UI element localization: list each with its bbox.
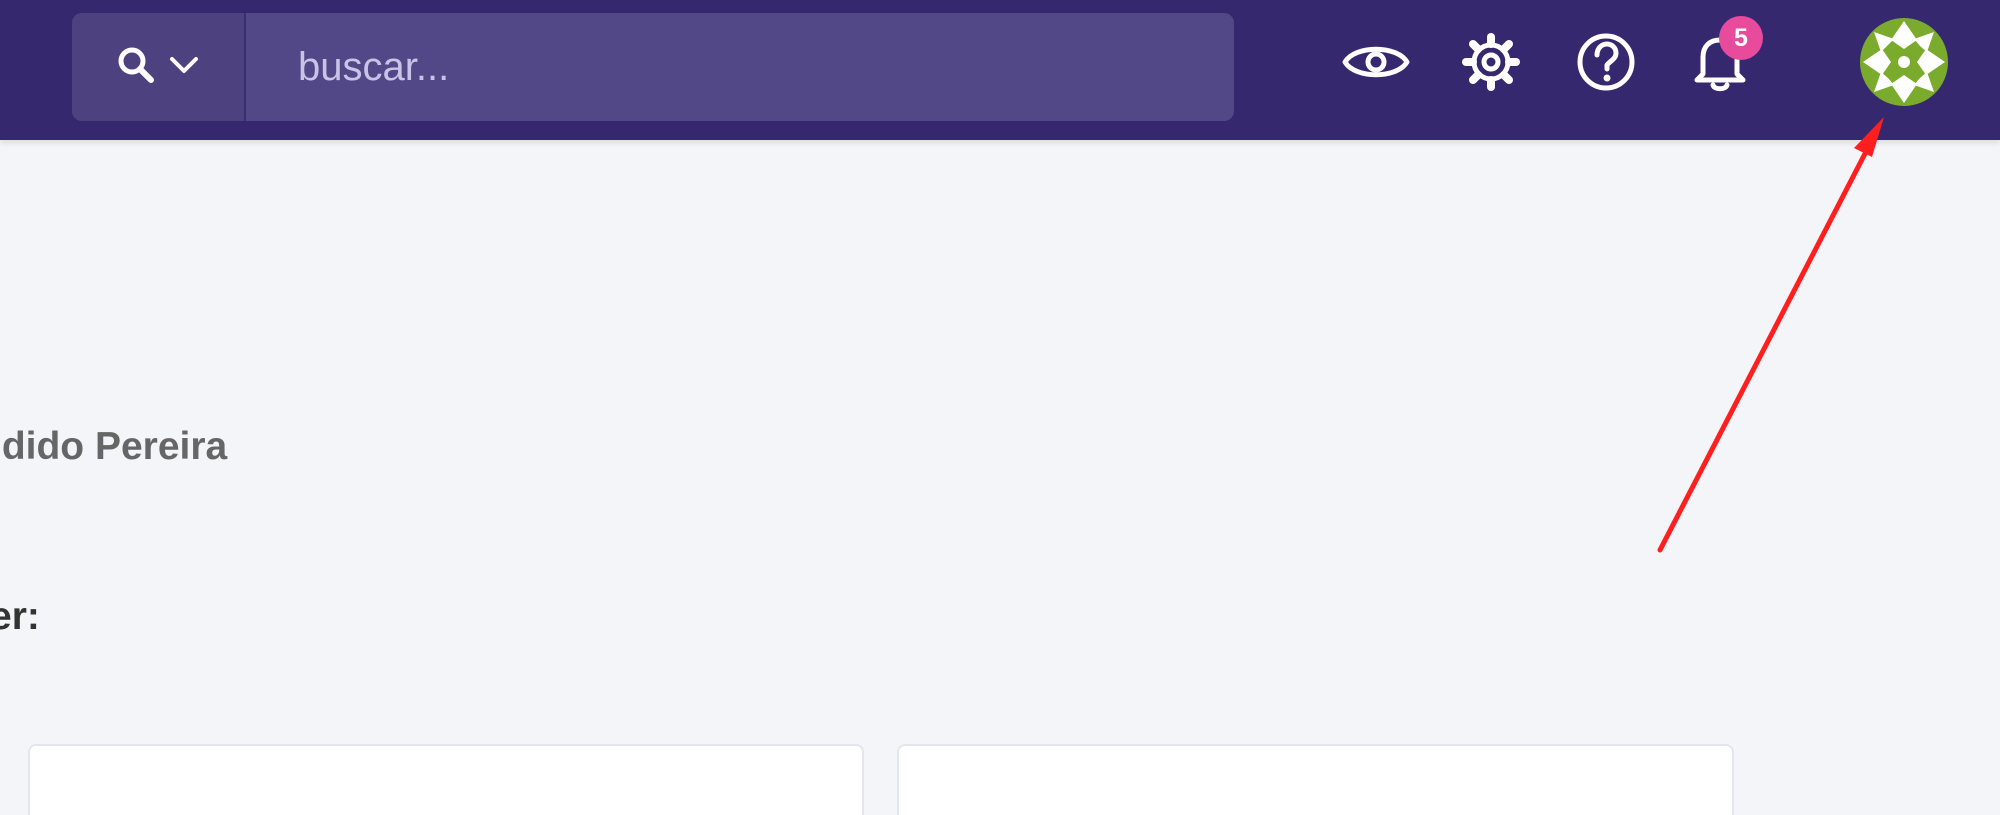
annotation-arrow — [1657, 117, 1884, 553]
